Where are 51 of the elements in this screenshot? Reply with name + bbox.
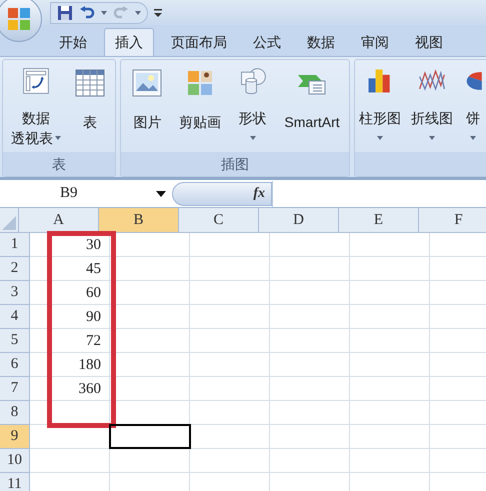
row-header[interactable]: 7 xyxy=(0,377,30,401)
row-header[interactable]: 4 xyxy=(0,305,30,329)
row-header[interactable]: 11 xyxy=(0,473,30,491)
row-header[interactable]: 6 xyxy=(0,353,30,377)
dropdown-caret-icon[interactable] xyxy=(156,190,166,196)
ribbon-tab[interactable]: 数据 xyxy=(298,28,344,56)
group-label-bar: 表 xyxy=(3,152,115,176)
ribbon-tab[interactable]: 页面布局 xyxy=(162,28,236,56)
ribbon-tab[interactable]: 插入 xyxy=(104,28,154,56)
sheet-cell-text: 45 xyxy=(86,260,101,279)
ribbon-button[interactable]: 形状 xyxy=(234,60,272,148)
row-header[interactable]: 5 xyxy=(0,329,30,353)
ribbon-tab[interactable]: 视图 xyxy=(406,28,452,56)
group-label-bar: 插图 xyxy=(121,152,349,176)
ribbon-button[interactable]: 折线图 xyxy=(409,60,455,148)
dropdown-caret-icon xyxy=(101,10,107,14)
office-logo-icon xyxy=(6,6,32,32)
row-header[interactable]: 2 xyxy=(0,257,30,281)
row-header[interactable]: 10 xyxy=(0,449,30,473)
save-icon[interactable] xyxy=(57,4,73,20)
dropdown-caret-icon xyxy=(135,10,141,14)
ribbon-button[interactable]: SmartArt xyxy=(282,60,342,148)
ribbon-button[interactable]: 表 xyxy=(71,60,109,148)
row-header[interactable]: 8 xyxy=(0,401,30,425)
row-header[interactable]: 9 xyxy=(0,425,30,449)
undo-icon[interactable] xyxy=(79,4,95,20)
ribbon-button[interactable]: 数据 透视表 xyxy=(9,60,63,148)
sheet-cell-text: 360 xyxy=(78,380,101,399)
insert-function-button[interactable]: fx xyxy=(253,183,265,204)
ribbon-button[interactable]: 图片 xyxy=(128,60,166,148)
ribbon-tab[interactable]: 开始 xyxy=(50,28,96,56)
column-header[interactable]: B xyxy=(99,208,179,232)
row-header[interactable]: 1 xyxy=(0,233,30,257)
sheet-cell-text: 30 xyxy=(86,236,101,255)
column-header[interactable]: D xyxy=(259,208,339,232)
ribbon-button[interactable]: 饼 xyxy=(461,60,485,148)
sheet-cell-text: 90 xyxy=(86,308,101,327)
row-header[interactable]: 3 xyxy=(0,281,30,305)
active-cell[interactable] xyxy=(109,424,191,449)
sheet-cell-text: 180 xyxy=(78,356,101,375)
column-header[interactable]: E xyxy=(339,208,419,232)
ribbon-tab[interactable]: 公式 xyxy=(244,28,290,56)
customize-toolbar-icon[interactable] xyxy=(154,8,162,18)
column-header[interactable]: C xyxy=(179,208,259,232)
name-box[interactable]: B9 xyxy=(60,182,78,205)
sheet-cell-text: 72 xyxy=(86,332,101,351)
column-header[interactable]: F xyxy=(419,208,486,232)
ribbon-tab[interactable]: 审阅 xyxy=(352,28,398,56)
ribbon-button[interactable]: 剪贴画 xyxy=(177,60,224,148)
sheet-cell-text: 60 xyxy=(86,284,101,303)
ribbon-button[interactable]: 柱形图 xyxy=(357,60,403,148)
